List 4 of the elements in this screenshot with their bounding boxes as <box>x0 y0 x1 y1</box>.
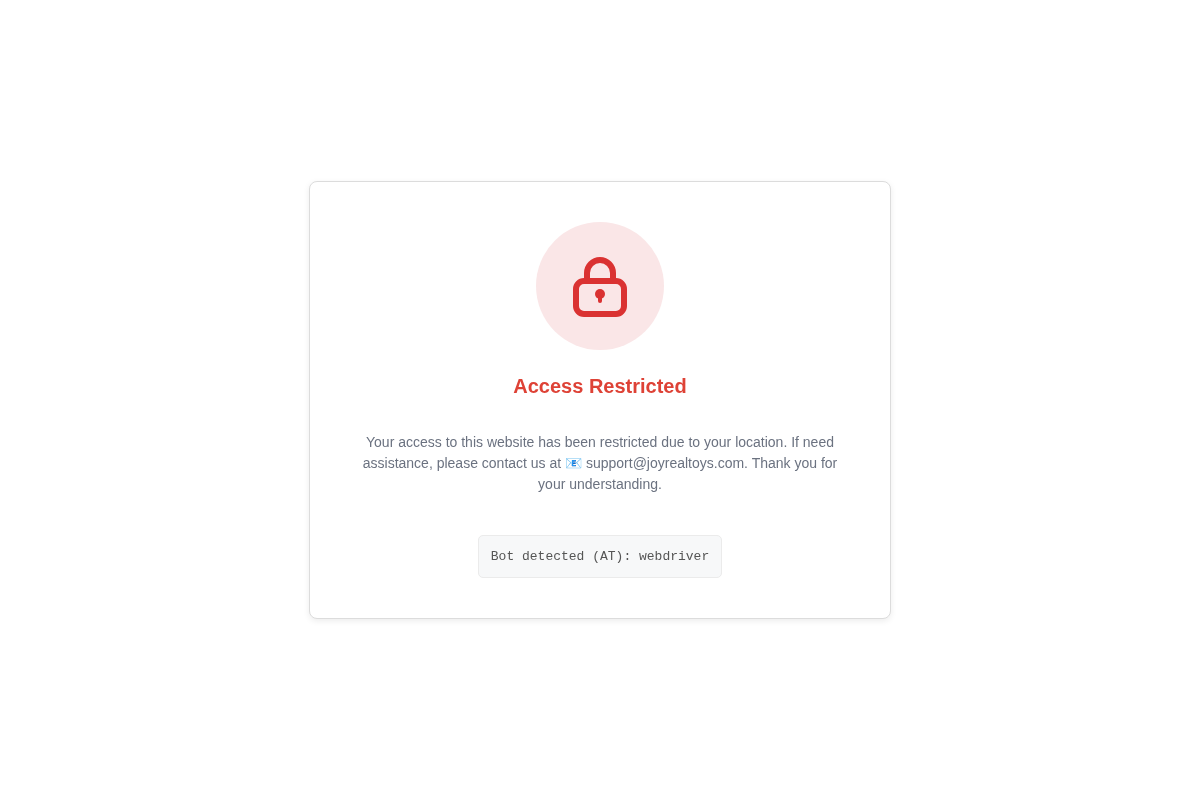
page-title: Access Restricted <box>513 374 687 398</box>
detection-code: Bot detected (AT): webdriver <box>477 535 723 578</box>
restriction-message: Your access to this website has been restricted due to your location. If need assistance, please contact us at 📧 support@joyrealtoys.com. Thank you for your understanding. <box>361 433 839 494</box>
lock-icon <box>573 255 627 317</box>
